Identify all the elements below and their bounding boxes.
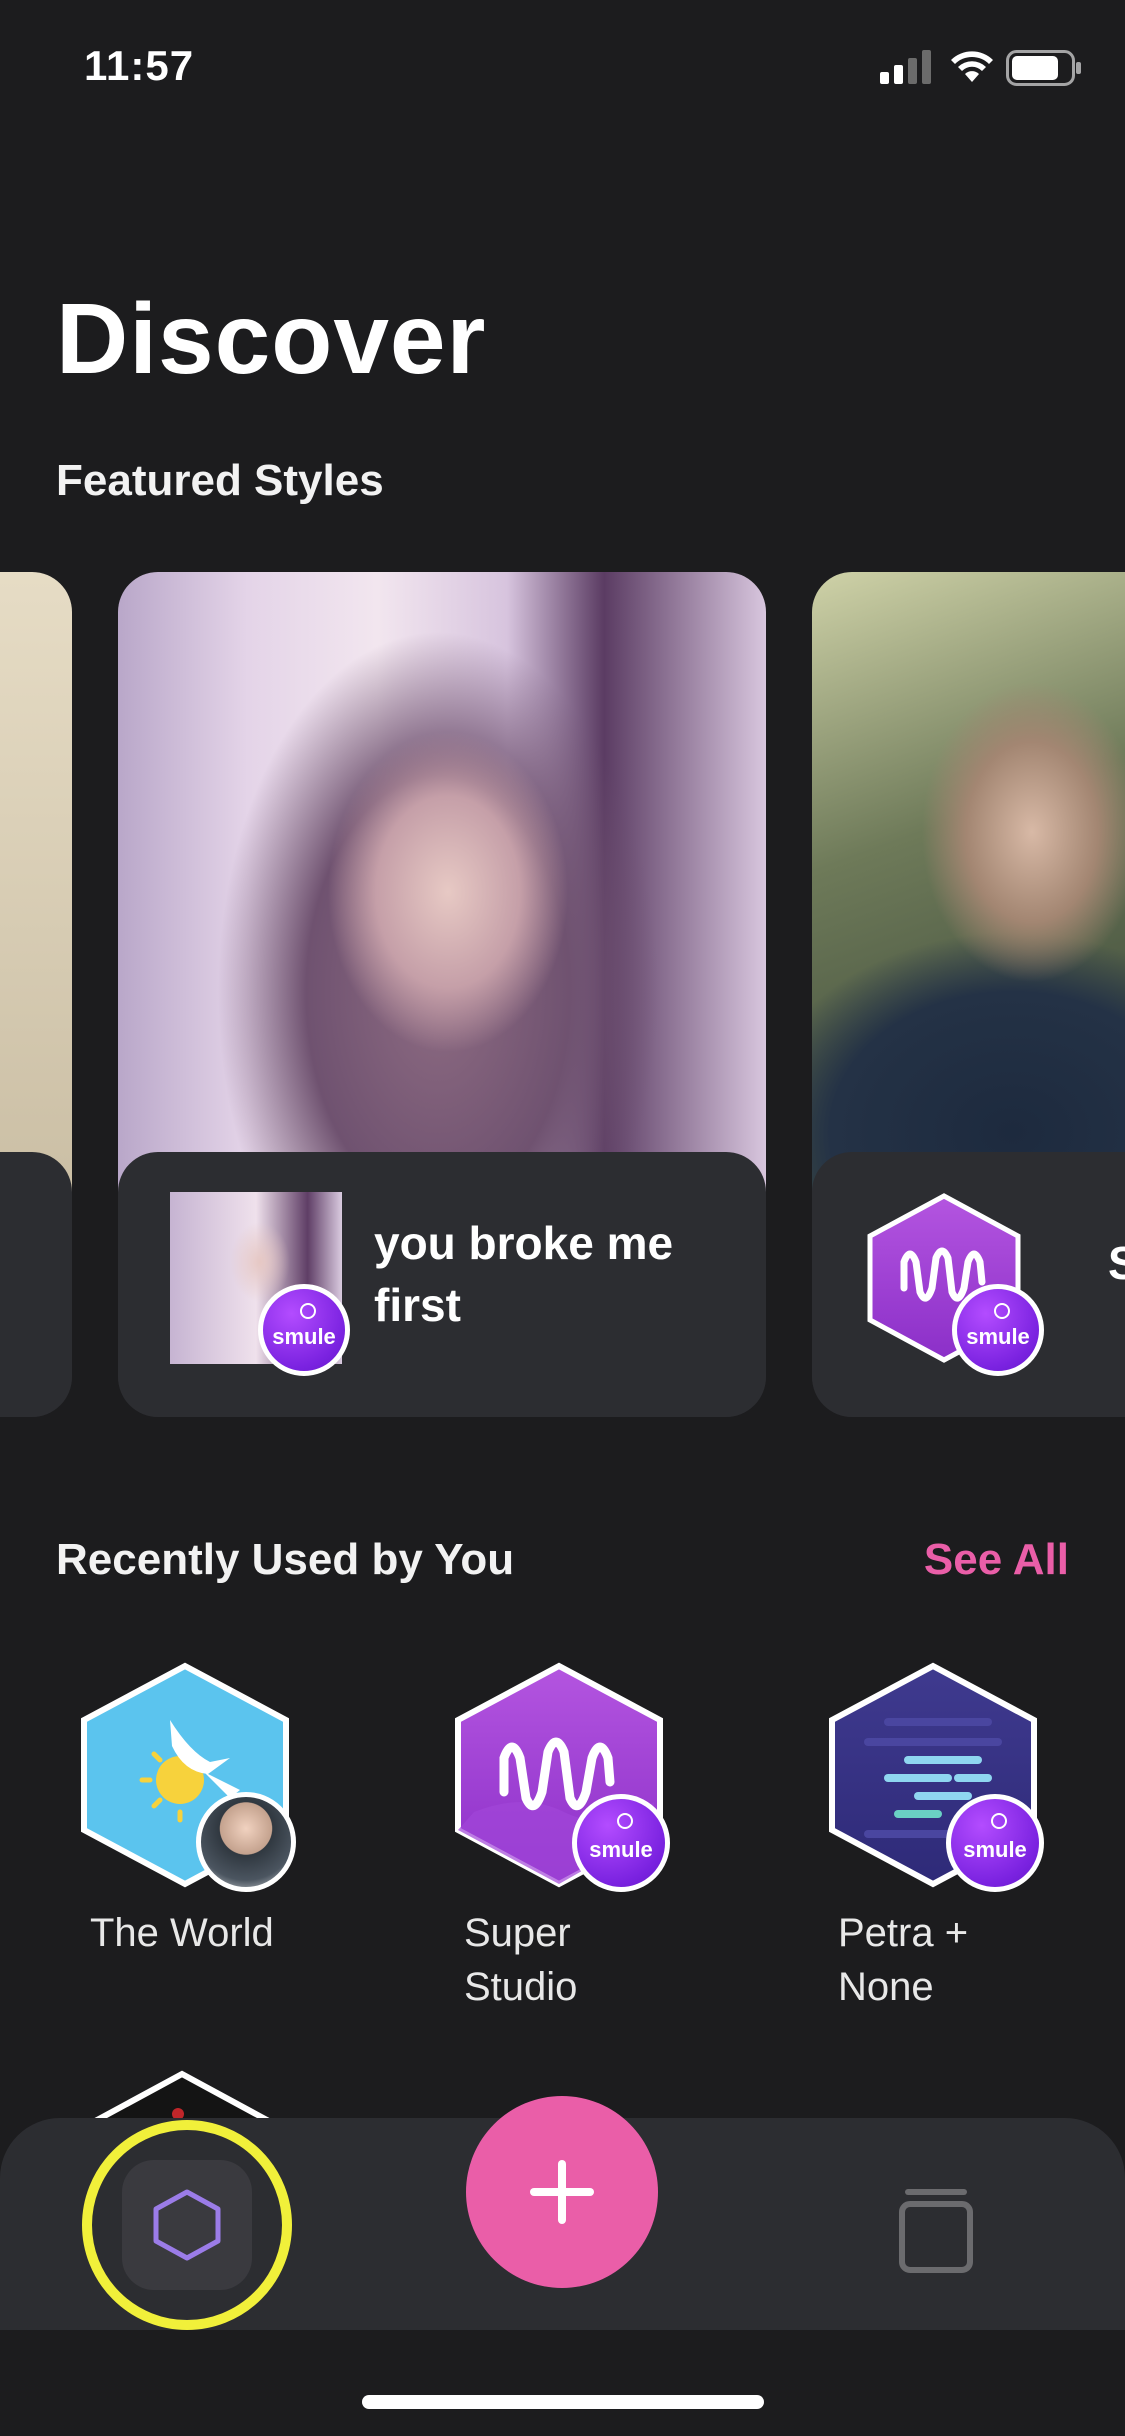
- status-time: 11:57: [84, 42, 195, 89]
- featured-card-next[interactable]: smule Su: [812, 572, 1125, 1417]
- plus-icon: [530, 2160, 594, 2224]
- smule-badge-icon: smule: [572, 1794, 670, 1892]
- library-icon[interactable]: [888, 2180, 984, 2276]
- smule-badge-icon: smule: [946, 1794, 1044, 1892]
- status-bar: 11:57: [0, 0, 1125, 140]
- card-title: Su: [1108, 1237, 1125, 1289]
- tap-highlight-ring: [82, 2120, 292, 2330]
- smule-badge-icon: smule: [258, 1284, 350, 1376]
- featured-card[interactable]: smule you broke me first: [118, 572, 766, 1417]
- recently-used-heading: Recently Used by You: [56, 1535, 515, 1584]
- smule-badge-icon: smule: [952, 1284, 1044, 1376]
- card-video-thumbnail: [118, 572, 766, 1192]
- wifi-icon: [951, 51, 993, 82]
- home-indicator-area: [0, 2330, 1125, 2436]
- page-title: Discover: [56, 283, 487, 395]
- card-video-thumbnail: [812, 572, 1125, 1192]
- recent-style-label: Petra + None: [838, 1911, 969, 2009]
- see-all-link[interactable]: See All: [924, 1535, 1069, 1585]
- featured-card-previous[interactable]: [0, 572, 72, 1417]
- home-indicator: [362, 2395, 764, 2409]
- featured-styles-heading: Featured Styles: [56, 456, 384, 505]
- card-title: you broke me first: [374, 1217, 674, 1331]
- create-button[interactable]: [466, 2096, 658, 2288]
- recent-style-label: Super Studio: [464, 1911, 578, 2009]
- card-info-panel: [0, 1152, 72, 1417]
- cellular-signal-icon: [880, 50, 931, 84]
- user-avatar: [196, 1792, 296, 1892]
- card-video-thumbnail: [0, 572, 72, 1192]
- recent-style-label: The World: [90, 1911, 274, 1955]
- battery-icon: [1006, 50, 1081, 86]
